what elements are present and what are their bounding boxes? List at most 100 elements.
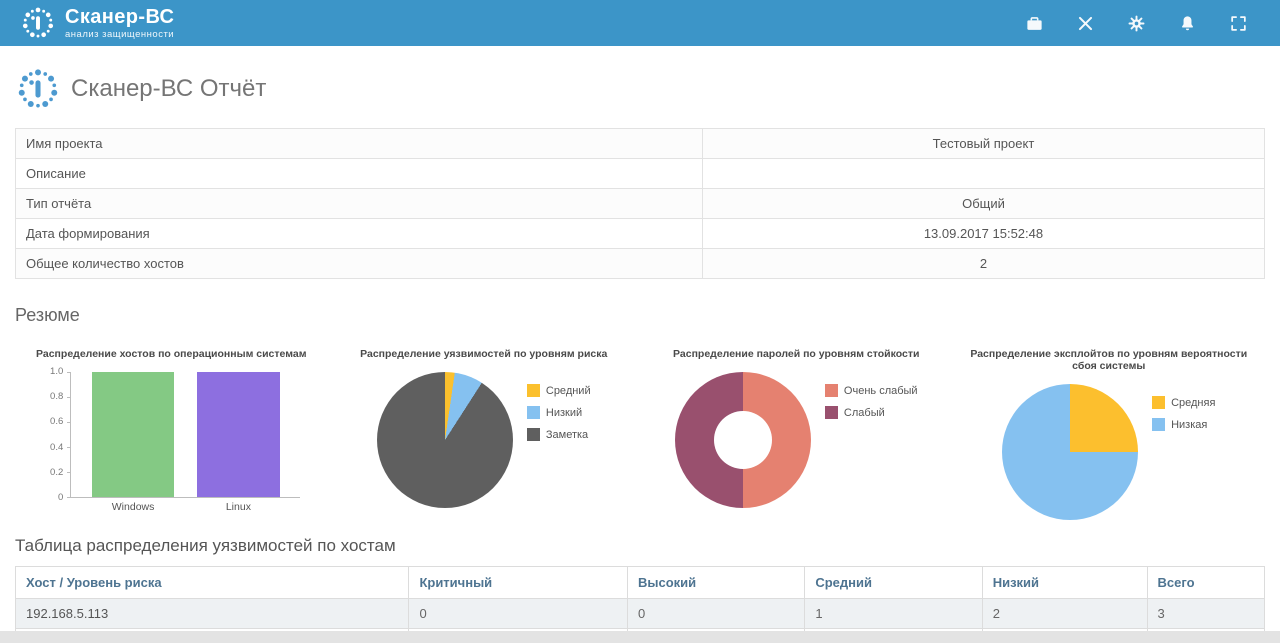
legend-item: Средняя [1152,396,1215,409]
briefcase-icon[interactable] [1025,14,1044,33]
host-address-cell: 192.168.5.113 [14,598,410,629]
report-info-row: Имя проекта Тестовый проект [15,128,1266,159]
legend-item: Очень слабый [824,384,918,397]
y-axis-tick-label: 0.2 [50,466,64,478]
chart-title: Распределение паролей по уровням стойкос… [673,348,920,360]
legend-swatch [526,384,540,397]
report-info-row: Дата формирования 13.09.2017 15:52:48 [15,218,1266,249]
hosts-vulnerability-table: Хост / Уровень риска Критичный Высокий Сред… [14,566,1266,631]
legend-item: Низкая [1152,418,1215,431]
legend-item: Средний [526,384,591,397]
hosts-table-value-cell: 2 [981,598,1148,629]
legend-swatch [526,406,540,419]
y-axis: 1.0 0.8 0.6 0.4 0.2 0 [42,367,70,503]
hosts-table-column-header: Критичный [408,566,628,599]
pie-chart [376,372,513,508]
chart-legend: Средний Низкий Заметка [526,384,591,441]
y-axis-tick-mark [67,497,72,498]
hosts-table-row: 192.168.5.113 0 0 1 2 3 [14,598,1266,629]
y-axis-tick-mark [67,422,72,423]
chart-exploit-probability-pie: Распределение эксплойтов по уровням веро… [953,348,1266,520]
hosts-table-value-cell: 0 [626,598,806,629]
hosts-table-row: 192.168.5.12200011 [14,628,1266,631]
hosts-table-column-header: Хост / Уровень риска [14,566,410,599]
y-axis-tick-mark [67,397,72,398]
info-row-value [701,158,1266,189]
host-address-cell: 192.168.5.122 [14,628,410,631]
info-row-value: Тестовый проект [701,128,1266,159]
brand-subtitle: анализ защищенности [65,28,175,40]
info-row-label: Дата формирования [15,218,703,249]
legend-label: Заметка [545,428,589,441]
y-axis-tick-mark [67,472,72,473]
topbar-actions [1025,14,1260,33]
legend-label: Низкий [545,406,583,419]
chart-title: Распределение эксплойтов по уровням веро… [970,348,1248,372]
gear-icon[interactable] [1127,14,1146,33]
hosts-table-value-cell: 0 [408,628,628,631]
bar-windows [91,372,175,497]
chart-vulnerability-risk-pie: Распределение уязвимостей по уровням рис… [328,348,641,520]
bar-linux [197,372,280,497]
legend-label: Слабый [843,406,885,419]
pie-chart [1002,384,1139,520]
y-axis-tick-mark [67,372,72,373]
legend-swatch [1152,396,1166,409]
report-info-table: Имя проекта Тестовый проект Описание Тип от… [15,128,1266,279]
legend-swatch [824,406,838,419]
legend-swatch [526,428,540,441]
chart-password-strength-donut: Распределение паролей по уровням стойкос… [640,348,953,520]
info-row-value: Общий [701,188,1266,219]
hosts-table-column-header: Низкий [981,566,1148,599]
chart-legend: Средняя Низкая [1152,396,1215,431]
tools-icon[interactable] [1076,14,1095,33]
legend-label: Низкая [1171,418,1208,431]
info-row-label: Тип отчёта [15,188,703,219]
hosts-table-body: 192.168.5.11300123192.168.5.12200011 [14,598,1266,631]
hosts-table-value-cell: 0 [408,598,628,629]
report-info-row: Общее количество хостов 2 [15,248,1266,279]
hosts-table-header-row: Хост / Уровень риска Критичный Высокий Сред… [14,566,1266,599]
legend-item: Заметка [526,428,591,441]
y-axis-tick-label: 0.6 [50,416,64,428]
report-info-table-body: Имя проекта Тестовый проект Описание Тип от… [15,128,1266,279]
info-row-value: 13.09.2017 15:52:48 [701,218,1266,249]
info-row-label: Имя проекта [15,128,703,159]
bar-plot-area: Windows Linux [67,372,301,513]
brand-title: Сканер-ВС [65,5,175,28]
info-row-label: Общее количество хостов [15,248,703,279]
brand[interactable]: Сканер-ВС анализ защищенности [20,5,174,41]
x-axis-label: Windows [111,501,155,513]
hosts-table-column-header: Высокий [626,566,806,599]
summary-heading: Резюме [15,305,80,325]
brand-text: Сканер-ВС анализ защищенности [65,5,175,40]
y-axis-tick-label: 1.0 [50,366,64,377]
bell-icon[interactable] [1178,14,1197,33]
hosts-table-value-cell: 1 [804,598,983,629]
chart-os-distribution: Распределение хостов по операционным сис… [15,348,328,520]
legend-swatch [1152,418,1166,431]
legend-item: Низкий [526,406,591,419]
donut-chart [674,372,811,508]
hosts-table-value-cell: 3 [1146,598,1266,629]
hosts-table-value-cell: 1 [981,628,1148,631]
y-axis-tick-mark [67,447,72,448]
top-navbar: Сканер-ВС анализ защищенности [0,0,1280,46]
info-row-value: 2 [701,248,1266,279]
info-row-label: Описание [15,158,703,189]
hosts-table-value-cell: 0 [804,628,983,631]
legend-item: Слабый [824,406,918,419]
report-title: Сканер-ВС Отчёт [71,75,267,102]
y-axis-tick-label: 0 [57,492,64,503]
fullscreen-icon[interactable] [1229,14,1248,33]
report-content: Сканер-ВС Отчёт Имя проекта Тестовый прое… [0,46,1280,631]
charts-row: Распределение хостов по операционным сис… [15,348,1265,520]
legend-label: Очень слабый [843,384,918,397]
bar-chart: 1.0 0.8 0.6 0.4 0.2 0 Windows Linux [42,367,301,513]
chart-legend: Очень слабый Слабый [824,384,918,419]
legend-label: Средний [545,384,591,397]
x-axis-label: Linux [225,501,251,513]
report-info-row: Тип отчёта Общий [15,188,1266,219]
report-info-row: Описание [15,158,1266,189]
legend-swatch [824,384,838,397]
